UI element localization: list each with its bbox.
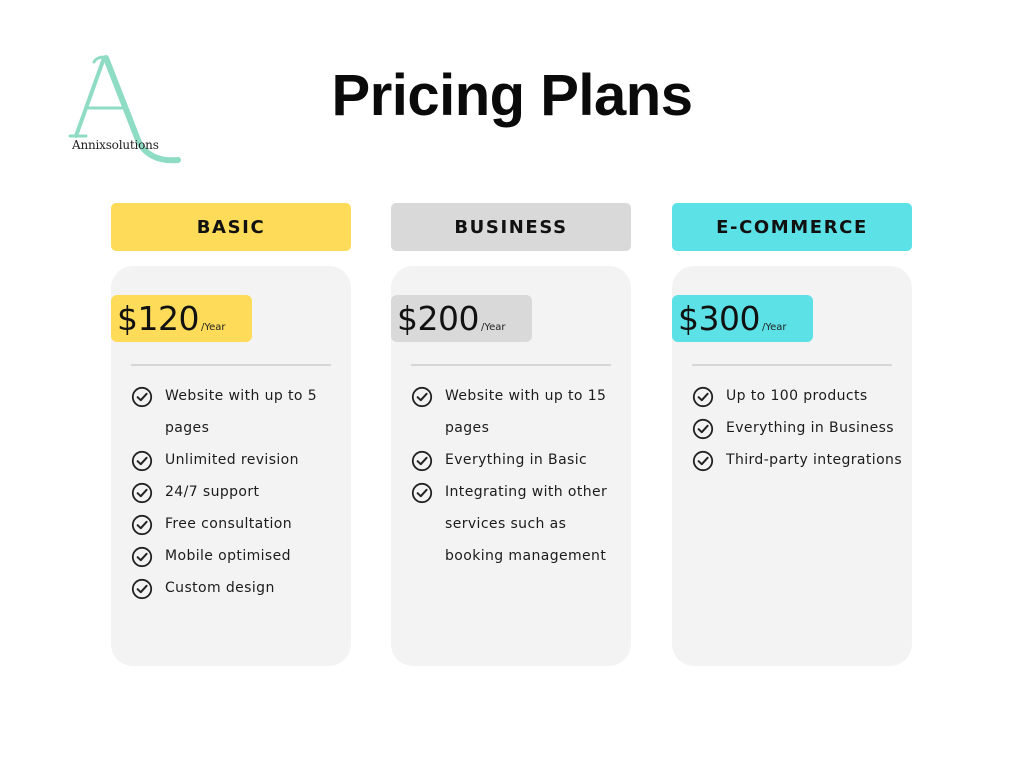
price-divider [131,364,331,366]
price-amount: $200 [397,299,479,338]
feature-text: Up to 100 products [726,388,868,404]
plan-card-3: $300/Year Up to 100 products Everything in… [672,266,912,666]
feature-item: Unlimited revision [131,444,349,476]
feature-text: Free consultation [165,516,293,532]
price-unit: /Year [480,322,506,333]
feature-list: Up to 100 products Everything in Business… [692,380,910,476]
feature-text: Integrating with other services such as … [445,484,608,564]
check-circle-icon [411,450,433,472]
feature-text: 24/7 support [165,484,260,500]
feature-item: Integrating with other services such as … [411,476,629,572]
check-circle-icon [131,386,153,408]
feature-item: Up to 100 products [692,380,910,412]
feature-item: Website with up to 5 pages [131,380,349,444]
check-circle-icon [131,578,153,600]
plan-header-3: E-COMMERCE [672,203,912,251]
feature-item: Free consultation [131,508,349,540]
plan-card-2: $200/Year Website with up to 15 pages Ever… [391,266,631,666]
feature-text: Website with up to 5 pages [165,388,318,436]
check-circle-icon [411,482,433,504]
check-circle-icon [692,386,714,408]
price-badge: $200/Year [391,295,532,342]
feature-item: 24/7 support [131,476,349,508]
feature-text: Mobile optimised [165,548,291,564]
feature-item: Third-party integrations [692,444,910,476]
price-divider [411,364,611,366]
check-circle-icon [692,450,714,472]
logo-wordmark: Annixsolutions [72,138,159,152]
feature-item: Custom design [131,572,349,604]
feature-item: Everything in Business [692,412,910,444]
plan-header-2: BUSINESS [391,203,631,251]
price-badge: $300/Year [672,295,813,342]
plan-card-1: $120/Year Website with up to 5 pages Unlim… [111,266,351,666]
price-amount: $300 [678,299,760,338]
price-unit: /Year [200,322,226,333]
feature-text: Third-party integrations [726,452,903,468]
price-unit: /Year [761,322,787,333]
feature-text: Everything in Basic [445,452,588,468]
check-circle-icon [131,514,153,536]
feature-item: Everything in Basic [411,444,629,476]
check-circle-icon [692,418,714,440]
feature-item: Website with up to 15 pages [411,380,629,444]
feature-list: Website with up to 15 pages Everything in… [411,380,629,572]
price-divider [692,364,892,366]
check-circle-icon [411,386,433,408]
feature-list: Website with up to 5 pages Unlimited revi… [131,380,349,604]
page-title: Pricing Plans [331,63,693,128]
price-amount: $120 [117,299,199,338]
feature-text: Everything in Business [726,420,894,436]
check-circle-icon [131,546,153,568]
check-circle-icon [131,450,153,472]
feature-text: Unlimited revision [165,452,299,468]
feature-item: Mobile optimised [131,540,349,572]
feature-text: Custom design [165,580,275,596]
price-badge: $120/Year [111,295,252,342]
plan-header-1: BASIC [111,203,351,251]
check-circle-icon [131,482,153,504]
feature-text: Website with up to 15 pages [445,388,607,436]
